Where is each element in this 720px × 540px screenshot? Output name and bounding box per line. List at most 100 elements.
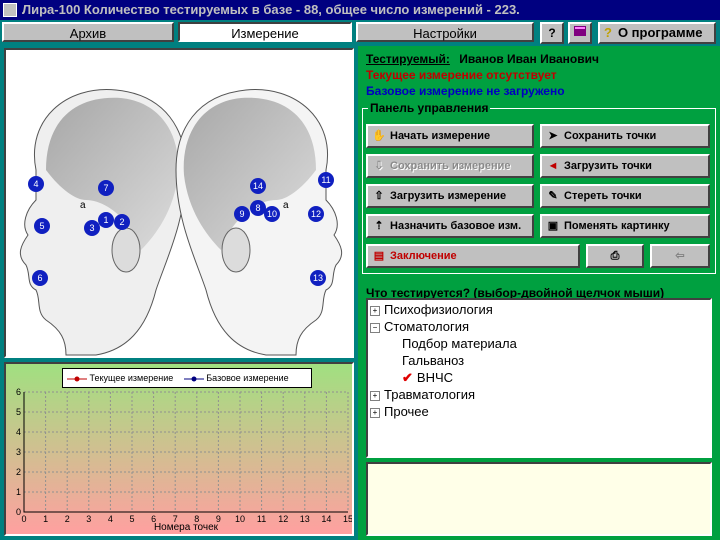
app-icon — [3, 3, 17, 17]
svg-text:10: 10 — [267, 209, 277, 219]
hand-icon: ✋ — [372, 130, 386, 142]
collapse-icon[interactable]: − — [370, 322, 380, 333]
tree-item-dent[interactable]: − Стоматология — [370, 319, 469, 335]
y-tick-label: 4 — [16, 427, 21, 437]
svg-text:13: 13 — [313, 273, 323, 283]
printer-icon: ⎙ — [610, 250, 620, 262]
svg-text:a: a — [283, 200, 289, 211]
tree-item-vnchs[interactable]: ✔ ВНЧС — [402, 370, 453, 386]
y-tick-label: 1 — [16, 487, 21, 497]
current-status: Текущее измерение отсутствует — [366, 68, 557, 82]
help-icon[interactable]: ? — [540, 22, 564, 44]
load-arrow-icon: ◄ — [547, 160, 559, 172]
face-drawing: a a 4 7 5 3 1 2 6 14 11 9 8 10 12 13 — [19, 89, 343, 356]
subject-line: Тестируемый: Иванов Иван Иванович — [366, 52, 599, 66]
point-marker[interactable]: 2 — [114, 214, 130, 230]
point-marker[interactable]: 5 — [34, 218, 50, 234]
base-status: Базовое измерение не загружено — [366, 84, 565, 98]
point-marker[interactable]: 14 — [250, 178, 266, 194]
description-box — [366, 462, 712, 536]
y-tick-label: 5 — [16, 407, 21, 417]
point-marker[interactable]: 10 — [264, 206, 280, 222]
point-marker[interactable]: 8 — [250, 200, 266, 216]
svg-text:4: 4 — [33, 179, 38, 189]
monitor-icon: ▣ — [547, 220, 559, 232]
control-panel-title: Панель управления — [368, 101, 491, 115]
assign-base-button[interactable]: ⇡ Назначить базовое изм. — [366, 214, 534, 238]
book-icon[interactable] — [568, 22, 592, 44]
save-icon: ⇩ — [374, 160, 384, 172]
tab-measurement[interactable]: Измерение — [178, 22, 352, 42]
y-tick-label: 3 — [16, 447, 21, 457]
x-tick-label: 13 — [300, 514, 310, 524]
back-arrow-icon: ⇦ — [675, 250, 685, 262]
point-marker[interactable]: 4 — [28, 176, 44, 192]
expand-icon[interactable]: + — [370, 390, 380, 401]
x-tick-label: 11 — [257, 514, 266, 524]
y-tick-label: 0 — [16, 507, 21, 517]
tree-item-galvan[interactable]: Гальваноз — [402, 353, 464, 369]
y-tick-label: 2 — [16, 467, 21, 477]
erase-points-button[interactable]: ✎ Стереть точки — [540, 184, 710, 208]
x-tick-label: 0 — [21, 514, 26, 524]
x-tick-label: 14 — [321, 514, 331, 524]
point-marker[interactable]: 6 — [32, 270, 48, 286]
pin-icon: ⇡ — [374, 220, 384, 232]
back-button[interactable]: ⇦ — [650, 244, 710, 268]
x-tick-label: 12 — [278, 514, 288, 524]
tab-settings[interactable]: Настройки — [356, 22, 534, 42]
x-tick-label: 4 — [108, 514, 113, 524]
subject-label: Тестируемый: — [366, 52, 450, 66]
tree-item-psycho[interactable]: + Психофизиология — [370, 302, 493, 318]
chart-panel: 0 1 2 3 4 5 6 0 1 2 3 4 5 6 7 8 9 10 11 12 13 14 15 Номера точ… — [4, 362, 354, 536]
check-icon: ✔ — [402, 370, 413, 385]
point-marker[interactable]: 13 — [310, 270, 326, 286]
svg-text:a: a — [80, 200, 86, 211]
conclusion-button[interactable]: ▤ Заключение — [366, 244, 580, 268]
svg-text:12: 12 — [311, 209, 321, 219]
point-marker[interactable]: 12 — [308, 206, 324, 222]
tree-item-trauma[interactable]: + Травматология — [370, 387, 475, 403]
open-icon: ⇧ — [374, 190, 384, 202]
svg-text:14: 14 — [253, 181, 263, 191]
svg-text:2: 2 — [119, 217, 124, 227]
point-marker[interactable]: 3 — [84, 220, 100, 236]
tree-item-other[interactable]: + Прочее — [370, 404, 429, 420]
point-marker[interactable]: 9 — [234, 206, 250, 222]
expand-icon[interactable]: + — [370, 305, 380, 316]
subject-name: Иванов Иван Иванович — [459, 52, 599, 66]
svg-text:9: 9 — [239, 209, 244, 219]
window-title: Лира-100 Количество тестируемых в базе -… — [22, 2, 520, 17]
y-tick-label: 6 — [16, 387, 21, 397]
svg-text:6: 6 — [37, 273, 42, 283]
svg-text:3: 3 — [89, 223, 94, 233]
print-button[interactable]: ⎙ — [586, 244, 644, 268]
svg-text:7: 7 — [103, 183, 108, 193]
document-icon: ▤ — [373, 250, 385, 262]
point-marker[interactable]: 7 — [98, 180, 114, 196]
about-button[interactable]: ? О программе — [598, 22, 716, 44]
question-icon: ? — [604, 25, 612, 40]
x-tick-label: 15 — [343, 514, 352, 524]
x-axis-label: Номера точек — [154, 522, 219, 533]
about-label: О программе — [617, 25, 703, 40]
save-points-button[interactable]: ➤ Сохранить точки — [540, 124, 710, 148]
point-marker[interactable]: 1 — [98, 212, 114, 228]
legend-base: Базовое измерение — [206, 373, 289, 383]
point-marker[interactable]: 11 — [318, 172, 334, 188]
test-tree[interactable]: + Психофизиология − Стоматология Подбор ма… — [366, 298, 712, 458]
eraser-icon: ✎ — [548, 190, 558, 202]
face-picture[interactable]: a a 4 7 5 3 1 2 6 14 11 9 8 10 12 13 — [4, 48, 354, 358]
start-measure-button[interactable]: ✋ Начать измерение — [366, 124, 534, 148]
svg-text:11: 11 — [321, 175, 330, 185]
load-measure-button[interactable]: ⇧ Загрузить измерение — [366, 184, 534, 208]
expand-icon[interactable]: + — [370, 407, 380, 418]
change-picture-button[interactable]: ▣ Поменять картинку — [540, 214, 710, 238]
x-tick-label: 1 — [43, 514, 48, 524]
tree-item-material[interactable]: Подбор материала — [402, 336, 517, 352]
tab-archive[interactable]: Архив — [2, 22, 174, 42]
load-points-button[interactable]: ◄ Загрузить точки — [540, 154, 710, 178]
save-arrow-icon: ➤ — [548, 130, 558, 142]
chart-svg: 01234560 1 2 3 4 5 6 7 8 9 10 11 12 13 14 15 Номера точ… — [6, 364, 353, 534]
svg-text:5: 5 — [39, 221, 44, 231]
